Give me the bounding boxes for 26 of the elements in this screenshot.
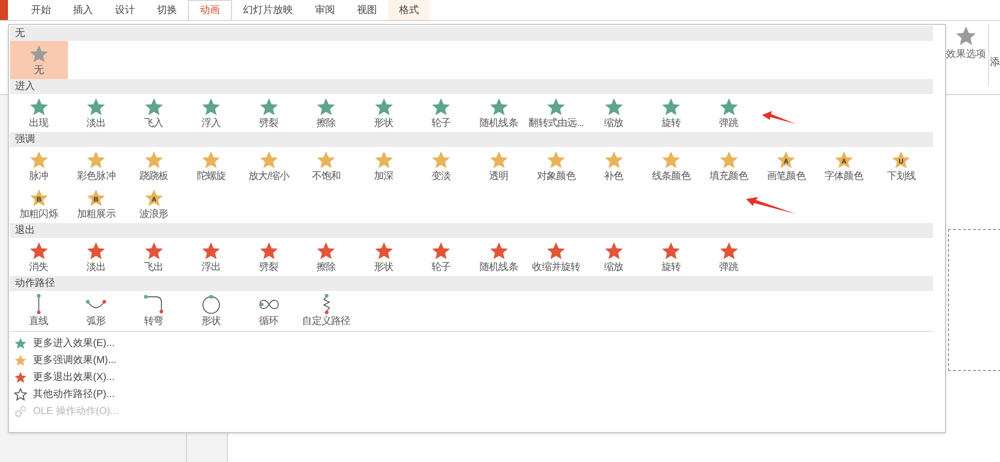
motion-path-icon [85, 298, 108, 310]
app-logo-strip [0, 0, 8, 20]
menu-item[interactable]: 更多退出效果(X)... [10, 369, 115, 386]
menu-item[interactable]: 其他动作路径(P)... [10, 386, 115, 403]
motion-path-icon [36, 293, 42, 316]
annotation-arrow [746, 197, 796, 215]
star-icon [955, 25, 977, 47]
section-header: 强调 [15, 133, 35, 147]
section-header: 进入 [15, 80, 35, 94]
motion-path-icon [258, 298, 280, 310]
star-outline-icon [14, 388, 27, 401]
menu-item[interactable]: 更多强调效果(M)... [10, 352, 116, 369]
animation-effect[interactable]: 无 [10, 41, 68, 79]
menu-item[interactable]: 更多进入效果(E)... [10, 335, 115, 352]
effect-options-button[interactable]: 效果选项 [945, 25, 987, 62]
motion-path-icon [322, 293, 330, 316]
section-header: 无 [15, 27, 25, 41]
annotation-arrow [762, 111, 796, 125]
gear-icon [14, 405, 27, 418]
ribbon-label: 添 [990, 56, 1000, 70]
motion-path-icon [202, 294, 220, 314]
section-header: 退出 [15, 224, 35, 238]
motion-path-icon [143, 294, 164, 314]
section-header: 动作路径 [15, 277, 55, 291]
ribbon-tab[interactable]: 动画 [188, 0, 232, 20]
ribbon-tab[interactable]: 格式 [388, 0, 430, 20]
